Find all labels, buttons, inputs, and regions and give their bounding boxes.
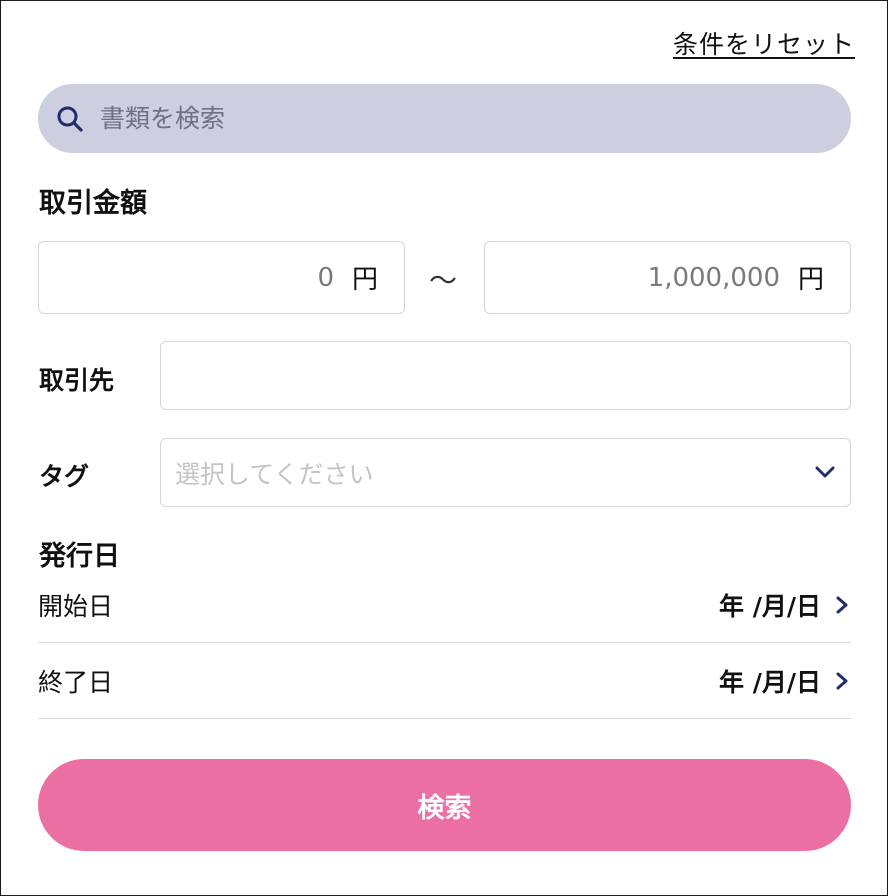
- end-date-text: 年 /月/日: [719, 667, 821, 697]
- partner-label: 取引先: [39, 366, 115, 395]
- document-search-bar[interactable]: [38, 84, 851, 153]
- amount-range-separator: 〜: [429, 264, 458, 297]
- start-date-label: 開始日: [38, 591, 114, 621]
- amount-max-value: 1,000,000: [647, 262, 780, 293]
- document-search-input[interactable]: [98, 103, 802, 134]
- tag-select[interactable]: 選択してください: [160, 438, 851, 507]
- start-date-text: 年 /月/日: [719, 591, 821, 621]
- tag-label: タグ: [39, 462, 90, 491]
- amount-min-value: 0: [317, 262, 334, 293]
- tag-select-placeholder: 選択してください: [175, 459, 374, 489]
- chevron-right-icon: [836, 672, 848, 689]
- search-filter-panel: 条件をリセット 取引金額 0 円 〜 1,000,000 円 取引先 タグ 選択…: [0, 0, 888, 896]
- end-date-value: 年 /月/日: [719, 663, 851, 699]
- chevron-right-icon: [836, 596, 848, 613]
- partner-input[interactable]: [160, 341, 851, 410]
- end-date-row[interactable]: 終了日 年 /月/日: [38, 643, 851, 719]
- amount-max-unit: 円: [797, 265, 824, 295]
- start-date-row[interactable]: 開始日 年 /月/日: [38, 567, 851, 643]
- amount-min-unit: 円: [351, 265, 378, 295]
- search-submit-button[interactable]: 検索: [38, 759, 851, 851]
- reset-conditions-link[interactable]: 条件をリセット: [673, 25, 855, 61]
- amount-min-field[interactable]: 0 円: [38, 241, 405, 314]
- end-date-label: 終了日: [38, 667, 114, 697]
- amount-max-field[interactable]: 1,000,000 円: [484, 241, 851, 314]
- amount-section-title: 取引金額: [39, 188, 147, 219]
- start-date-value: 年 /月/日: [719, 587, 851, 623]
- search-icon: [54, 103, 86, 135]
- chevron-down-icon: [812, 459, 838, 491]
